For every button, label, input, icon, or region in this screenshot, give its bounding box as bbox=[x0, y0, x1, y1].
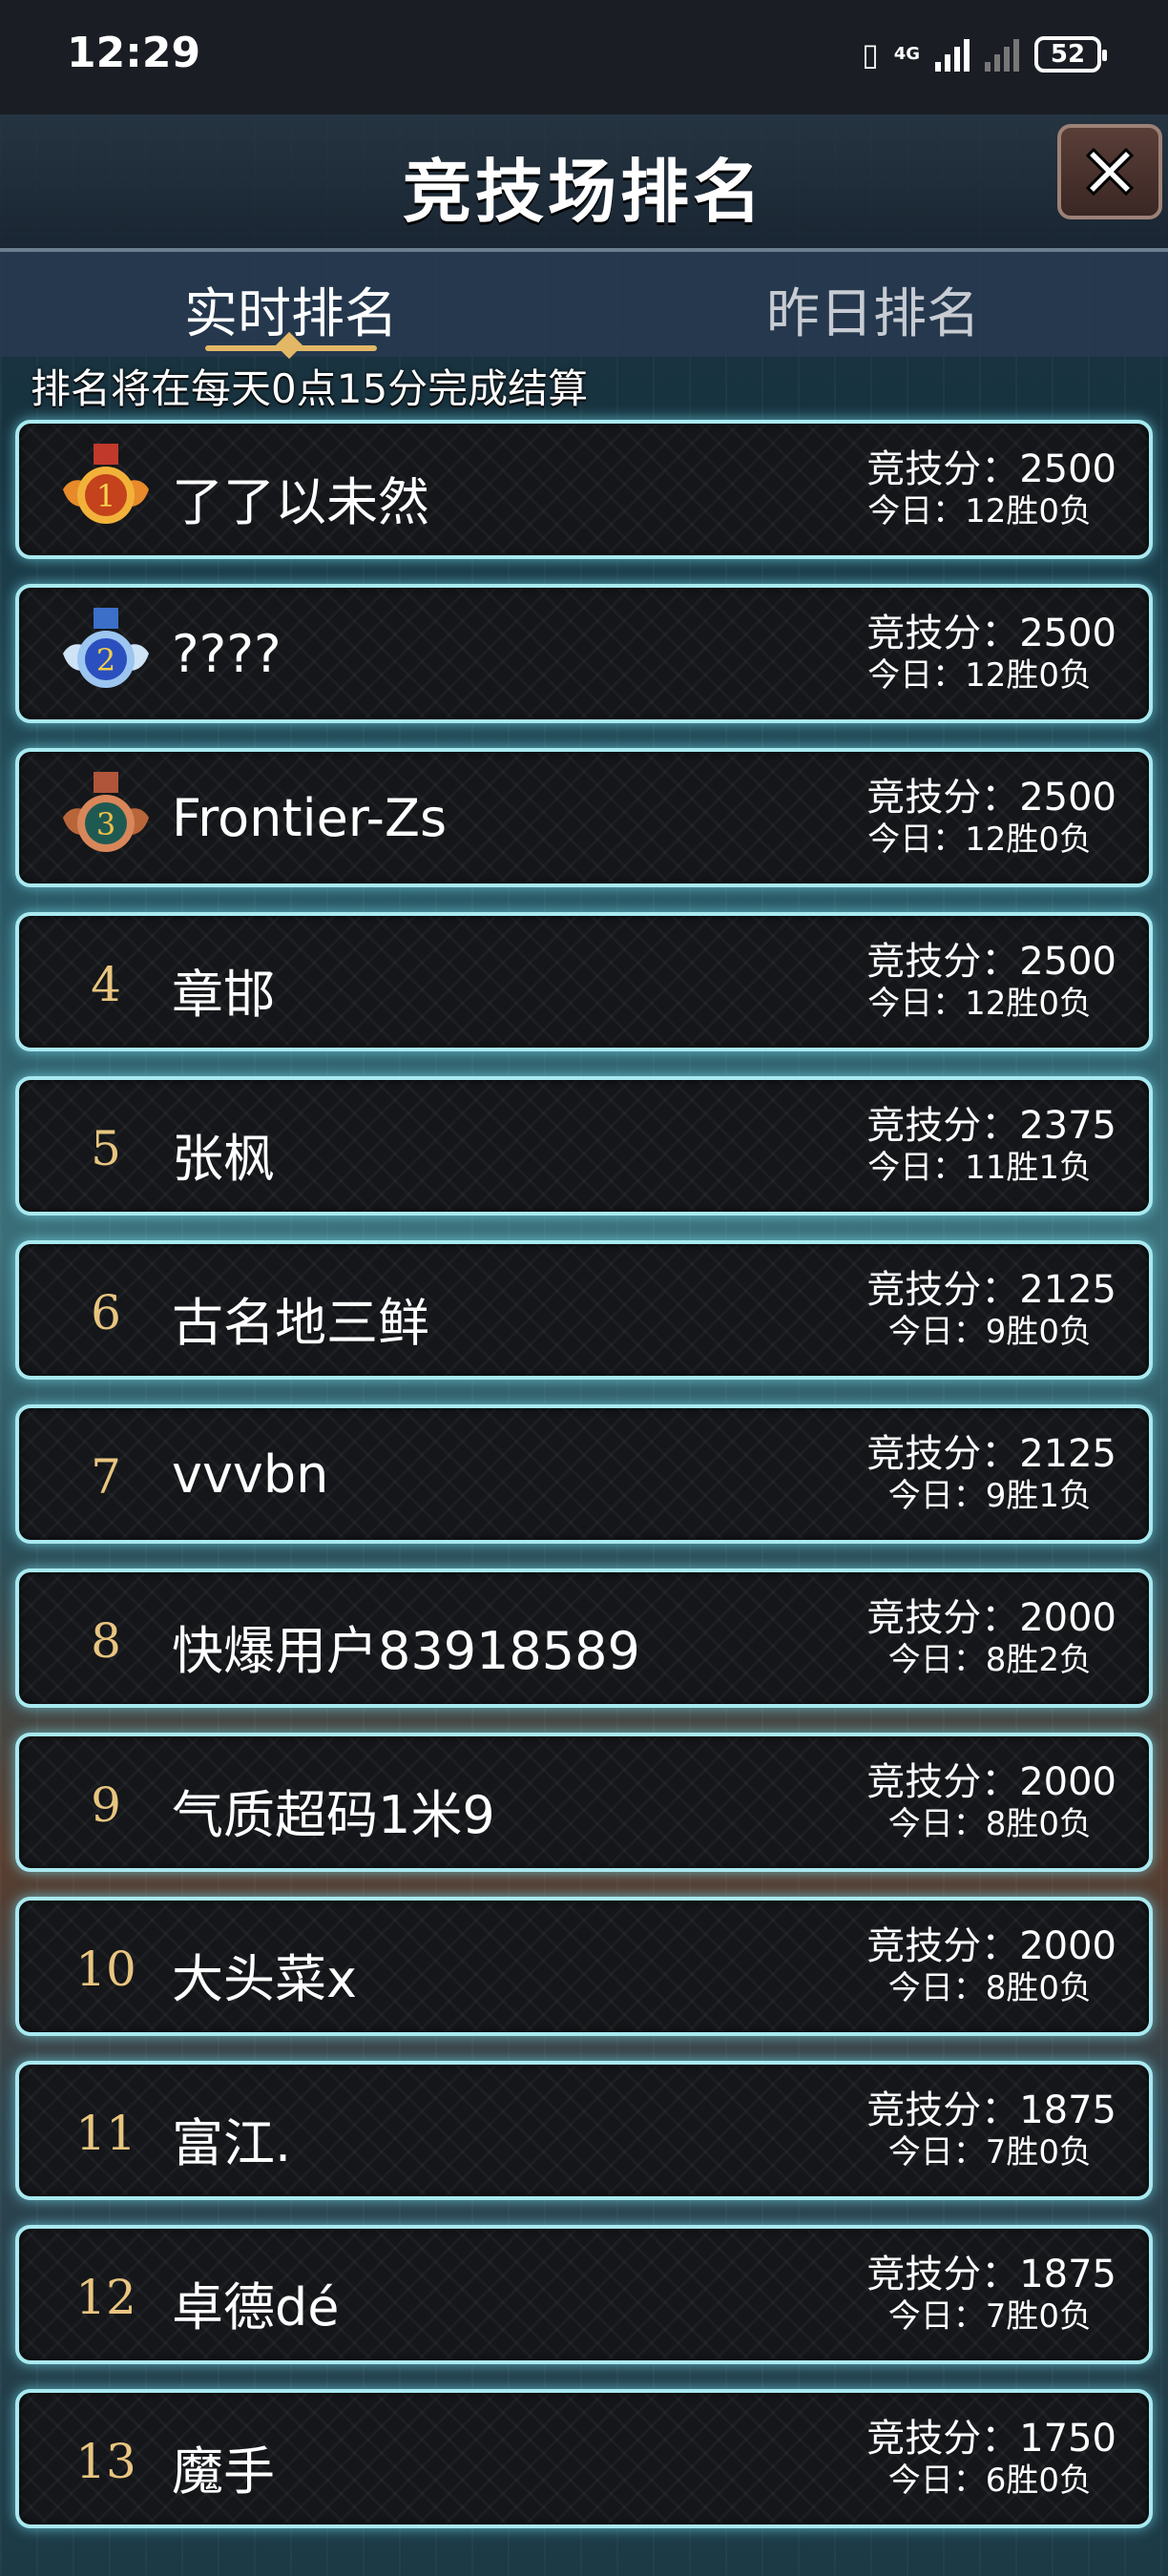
arena-score: 竞技分：2125 bbox=[866, 1432, 1116, 1476]
today-record: 今日：6胜0负 bbox=[887, 2462, 1092, 2500]
ranking-row[interactable]: 6 古名地三鲜 竞技分：2125 今日：9胜0负 bbox=[15, 1240, 1153, 1380]
rank-number: 10 bbox=[75, 1942, 136, 1997]
arena-score: 竞技分：1750 bbox=[866, 2417, 1116, 2461]
ranking-row[interactable]: 10 大头菜x 竞技分：2000 今日：8胜0负 bbox=[15, 1897, 1153, 2036]
ranking-row[interactable]: 2???? 竞技分：2500 今日：12胜0负 bbox=[15, 584, 1153, 723]
ranking-row[interactable]: 9 气质超码1米9 竞技分：2000 今日：8胜0负 bbox=[15, 1733, 1153, 1872]
rank-number: 9 bbox=[91, 1777, 121, 1833]
silver-medal-icon: 2 bbox=[53, 608, 158, 702]
status-bar: 12:29 ▯ 4G 52 bbox=[0, 0, 1168, 114]
player-name: 卓德dé bbox=[172, 2277, 340, 2337]
medal-rank-number: 3 bbox=[96, 806, 115, 842]
today-record: 今日：7胜0负 bbox=[887, 2133, 1092, 2171]
player-name: 章邯 bbox=[172, 965, 275, 1025]
status-time: 12:29 bbox=[67, 29, 201, 77]
arena-score: 竞技分：1875 bbox=[866, 2253, 1116, 2296]
rank-number: 6 bbox=[91, 1285, 121, 1340]
player-name: 气质超码1米9 bbox=[172, 1785, 495, 1845]
arena-score: 竞技分：2000 bbox=[866, 1760, 1116, 1804]
arena-score: 竞技分：2500 bbox=[866, 776, 1116, 820]
bronze-medal-icon: 3 bbox=[53, 772, 158, 866]
active-tab-indicator bbox=[205, 345, 377, 351]
arena-score: 竞技分：1875 bbox=[866, 2088, 1116, 2132]
ranking-row[interactable]: 13 魔手 竞技分：1750 今日：6胜0负 bbox=[15, 2389, 1153, 2528]
status-icons: ▯ 4G 52 bbox=[862, 31, 1107, 78]
player-name: 了了以未然 bbox=[172, 472, 429, 532]
arena-score: 竞技分：2500 bbox=[866, 612, 1116, 655]
arena-score: 竞技分：2375 bbox=[866, 1104, 1116, 1148]
battery-level: 52 bbox=[1050, 40, 1086, 69]
rank-number: 5 bbox=[91, 1121, 121, 1176]
settlement-notice: 排名将在每天0点15分完成结算 bbox=[31, 365, 589, 412]
ranking-row[interactable]: 5 张枫 竞技分：2375 今日：11胜1负 bbox=[15, 1076, 1153, 1215]
battery-icon: 52 bbox=[1034, 36, 1107, 73]
tab-yesterday-ranking[interactable]: 昨日排名 bbox=[682, 271, 1064, 348]
header-bar: 竞技场排名 bbox=[0, 114, 1168, 252]
today-record: 今日：12胜0负 bbox=[867, 821, 1092, 859]
today-record: 今日：11胜1负 bbox=[867, 1149, 1092, 1187]
signal-secondary-icon bbox=[985, 37, 1019, 72]
medal-rank-number: 2 bbox=[96, 642, 115, 678]
page-title: 竞技场排名 bbox=[402, 152, 765, 232]
player-name: 魔手 bbox=[172, 2441, 275, 2502]
rank-number: 4 bbox=[91, 957, 121, 1012]
player-name: 大头菜x bbox=[172, 1949, 357, 2009]
rank-number: 11 bbox=[75, 2106, 136, 2161]
today-record: 今日：12胜0负 bbox=[867, 656, 1092, 695]
rank-number: 8 bbox=[91, 1613, 121, 1669]
ranking-row[interactable]: 1 了了以未然 竞技分：2500 今日：12胜0负 bbox=[15, 420, 1153, 559]
today-record: 今日：12胜0负 bbox=[867, 492, 1092, 530]
arena-score: 竞技分：2500 bbox=[866, 940, 1116, 984]
player-name: 古名地三鲜 bbox=[172, 1293, 429, 1353]
ranking-row[interactable]: 4 章邯 竞技分：2500 今日：12胜0负 bbox=[15, 912, 1153, 1051]
arena-score: 竞技分：2000 bbox=[866, 1596, 1116, 1640]
player-name: vvvbn bbox=[172, 1444, 329, 1505]
today-record: 今日：8胜2负 bbox=[887, 1641, 1092, 1679]
signal-icon bbox=[935, 37, 970, 72]
today-record: 今日：9胜1负 bbox=[887, 1477, 1092, 1515]
ranking-row[interactable]: 11 富江. 竞技分：1875 今日：7胜0负 bbox=[15, 2061, 1153, 2200]
rank-number: 7 bbox=[91, 1449, 121, 1505]
ranking-row[interactable]: 3 Frontier-Zs 竞技分：2500 今日：12胜0负 bbox=[15, 748, 1153, 887]
arena-score: 竞技分：2500 bbox=[866, 447, 1116, 491]
today-record: 今日：7胜0负 bbox=[887, 2297, 1092, 2336]
today-record: 今日：9胜0负 bbox=[887, 1313, 1092, 1351]
close-button[interactable] bbox=[1057, 124, 1162, 219]
ranking-row[interactable]: 7 vvvbn 竞技分：2125 今日：9胜1负 bbox=[15, 1404, 1153, 1544]
player-name: 快爆用户83918589 bbox=[172, 1621, 640, 1681]
today-record: 今日：8胜0负 bbox=[887, 1969, 1092, 2007]
gold-medal-icon: 1 bbox=[53, 444, 158, 538]
today-record: 今日：8胜0负 bbox=[887, 1805, 1092, 1843]
ranking-row[interactable]: 8 快爆用户83918589 竞技分：2000 今日：8胜2负 bbox=[15, 1568, 1153, 1708]
arena-score: 竞技分：2000 bbox=[866, 1924, 1116, 1968]
network-label: 4G bbox=[893, 44, 920, 64]
close-icon bbox=[1085, 147, 1135, 197]
player-name: ???? bbox=[172, 624, 282, 684]
today-record: 今日：12胜0负 bbox=[867, 985, 1092, 1023]
rank-number: 12 bbox=[75, 2270, 136, 2325]
rank-number: 13 bbox=[75, 2434, 136, 2489]
player-name: 张枫 bbox=[172, 1129, 275, 1189]
medal-rank-number: 1 bbox=[96, 478, 115, 514]
player-name: 富江. bbox=[172, 2113, 292, 2173]
player-name: Frontier-Zs bbox=[172, 788, 448, 848]
arena-score: 竞技分：2125 bbox=[866, 1268, 1116, 1312]
ranking-tabs: 实时排名 昨日排名 bbox=[0, 252, 1168, 357]
vibrate-icon: ▯ bbox=[862, 36, 879, 73]
ranking-row[interactable]: 12 卓德dé 竞技分：1875 今日：7胜0负 bbox=[15, 2225, 1153, 2364]
